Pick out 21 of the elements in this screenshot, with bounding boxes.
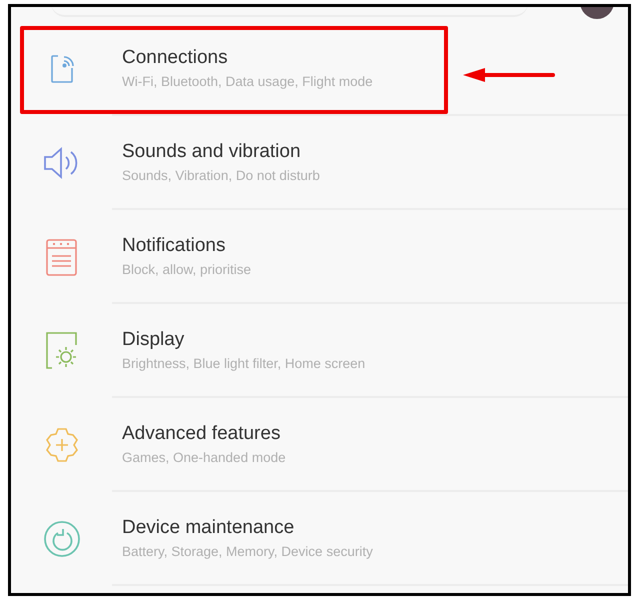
item-subtitle: Sounds, Vibration, Do not disturb (122, 168, 320, 183)
item-title: Device maintenance (122, 517, 294, 539)
item-title: Display (122, 329, 184, 351)
settings-item[interactable]: Advanced features Games, One-handed mode (11, 398, 628, 492)
settings-item[interactable]: Device maintenance Battery, Storage, Memory, Device security (11, 492, 628, 586)
item-subtitle: Block, allow, prioritise (122, 262, 252, 277)
settings-item[interactable]: Display Brightness, Blue light filter, Home screen (11, 304, 628, 398)
notification-panel-icon (46, 238, 77, 276)
item-title: Advanced features (122, 423, 280, 445)
item-subtitle: Brightness, Blue light filter, Home screen (122, 356, 366, 371)
settings-item[interactable]: Notifications Block, allow, prioritise (11, 210, 628, 304)
settings-item[interactable]: Sounds and vibration Sounds, Vibration, Do not disturb (11, 116, 628, 210)
item-title: Notifications (122, 235, 226, 257)
item-subtitle: Wi-Fi, Bluetooth, Data usage, Flight mode (122, 74, 373, 89)
phone-signal-icon (50, 54, 74, 84)
item-subtitle: Games, One-handed mode (122, 450, 286, 465)
refresh-circle-icon (42, 520, 80, 558)
item-title: Sounds and vibration (122, 141, 301, 163)
screen-brightness-icon (46, 332, 78, 370)
item-subtitle: Battery, Storage, Memory, Device security (122, 544, 373, 559)
item-title: Connections (122, 47, 228, 69)
